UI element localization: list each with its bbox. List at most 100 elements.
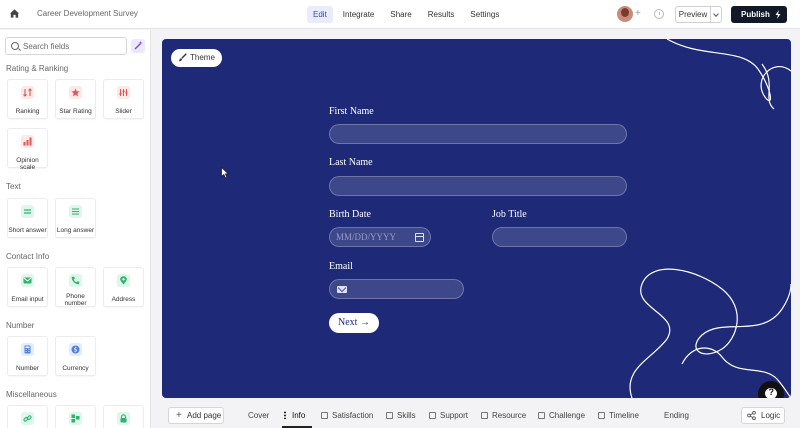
preview-button[interactable]: Preview	[675, 6, 711, 23]
page-tab-info[interactable]: Info	[284, 411, 305, 420]
drag-handle-icon[interactable]	[284, 411, 286, 419]
logic-branch-icon	[747, 411, 756, 420]
ai-magic-button[interactable]	[131, 39, 145, 53]
field-label: Long answer	[56, 227, 95, 234]
field-ranking[interactable]: Ranking	[7, 79, 48, 119]
first-name-input[interactable]	[329, 124, 627, 144]
page-tab-support[interactable]: Support	[429, 411, 468, 420]
decorative-line-art	[629, 39, 791, 398]
last-name-input[interactable]	[329, 176, 627, 196]
page-icon	[429, 412, 436, 419]
job-title-input[interactable]	[492, 227, 627, 247]
birth-date-placeholder: MM/DD/YYYY	[336, 232, 397, 242]
field-opinion-scale[interactable]: Opinion scale	[7, 128, 48, 171]
grid-icon	[69, 412, 82, 425]
lock-icon	[117, 412, 130, 425]
field-label: Short answer	[8, 227, 47, 234]
main-nav: Edit Integrate Share Results Settings	[307, 6, 505, 23]
last-name-label: Last Name	[329, 157, 373, 168]
chat-bubble-icon	[765, 387, 777, 398]
section-miscellaneous: Miscellaneous	[6, 390, 57, 399]
page-tab-satisfaction[interactable]: Satisfaction	[321, 411, 373, 420]
field-label: Email input	[11, 296, 44, 303]
page-icon	[538, 412, 545, 419]
field-website[interactable]	[7, 405, 48, 428]
add-collaborator-icon[interactable]: +	[635, 8, 641, 20]
page-navigation-bar: + Add page Cover Info Satisfaction Skill…	[151, 404, 800, 428]
sparkle-icon	[134, 41, 143, 50]
plus-icon: +	[176, 410, 182, 421]
page-tab-challenge[interactable]: Challenge	[538, 411, 585, 420]
page-tab-cover[interactable]: Cover	[248, 411, 269, 420]
theme-button[interactable]: Theme	[171, 49, 222, 67]
calendar-icon[interactable]	[415, 233, 424, 242]
field-phone-number[interactable]: Phone number	[55, 267, 96, 307]
field-short-answer[interactable]: Short answer	[7, 198, 48, 238]
add-page-label: Add page	[187, 411, 222, 420]
page-tab-ending[interactable]: Ending	[664, 411, 689, 420]
search-box	[5, 37, 127, 55]
page-tab-resource[interactable]: Resource	[481, 411, 526, 420]
field-currency[interactable]: $ Currency	[55, 336, 96, 376]
long-text-icon	[69, 205, 82, 218]
chevron-down-icon[interactable]	[710, 6, 722, 23]
field-palette-sidebar: Rating & Ranking Ranking Star Rating Sli…	[0, 30, 151, 428]
dollar-icon: $	[69, 343, 82, 356]
mail-icon	[21, 274, 34, 287]
page-icon	[386, 412, 393, 419]
page-icon	[321, 412, 328, 419]
svg-text:$: $	[74, 347, 78, 354]
email-label: Email	[329, 261, 353, 272]
add-page-button[interactable]: + Add page	[168, 407, 224, 424]
link-icon	[21, 412, 34, 425]
logic-button[interactable]: Logic	[741, 407, 785, 424]
birth-date-input[interactable]: MM/DD/YYYY	[329, 227, 431, 247]
page-icon	[598, 412, 605, 419]
section-rating-ranking: Rating & Ranking	[6, 64, 69, 73]
ranking-icon	[21, 86, 34, 99]
calculator-icon	[21, 343, 34, 356]
job-title-label: Job Title	[492, 209, 527, 220]
tab-settings[interactable]: Settings	[464, 6, 505, 23]
field-number[interactable]: Number	[7, 336, 48, 376]
tab-integrate[interactable]: Integrate	[337, 6, 381, 23]
tab-edit[interactable]: Edit	[307, 6, 333, 23]
form-canvas: Theme First Name Last Name Birth Date MM…	[162, 39, 791, 398]
field-long-answer[interactable]: Long answer	[55, 198, 96, 238]
top-bar: Career Development Survey Edit Integrate…	[0, 0, 800, 29]
avatar[interactable]	[617, 6, 633, 22]
page-icon	[481, 412, 488, 419]
phone-icon	[69, 274, 82, 287]
field-star-rating[interactable]: Star Rating	[55, 79, 96, 119]
page-tab-timeline[interactable]: Timeline	[598, 411, 639, 420]
field-address[interactable]: Address	[103, 267, 144, 307]
page-tab-skills[interactable]: Skills	[386, 411, 416, 420]
mail-icon	[337, 286, 347, 293]
tab-results[interactable]: Results	[422, 6, 461, 23]
birth-date-label: Birth Date	[329, 209, 371, 220]
history-icon[interactable]	[654, 9, 664, 19]
field-slider[interactable]: Slider	[103, 79, 144, 119]
publish-button[interactable]: Publish	[731, 6, 787, 23]
logic-label: Logic	[761, 411, 781, 420]
star-icon	[69, 86, 82, 99]
field-email-input[interactable]: Email input	[7, 267, 48, 307]
home-icon[interactable]	[9, 8, 20, 19]
field-label: Opinion scale	[16, 157, 39, 171]
field-label: Number	[15, 365, 40, 372]
search-input[interactable]	[23, 39, 123, 53]
section-contact-info: Contact Info	[6, 252, 50, 261]
slider-icon	[117, 86, 130, 99]
field-label: Star Rating	[59, 108, 92, 115]
publish-label: Publish	[741, 10, 770, 19]
short-text-icon	[21, 205, 34, 218]
next-button[interactable]: Next →	[329, 313, 379, 333]
section-number: Number	[6, 321, 35, 330]
email-input[interactable]	[329, 279, 464, 299]
bar-chart-icon	[21, 135, 34, 148]
field-password[interactable]	[103, 405, 144, 428]
field-grid[interactable]	[55, 405, 96, 428]
survey-title[interactable]: Career Development Survey	[37, 9, 138, 18]
tab-share[interactable]: Share	[384, 6, 417, 23]
field-label: Currency	[62, 365, 89, 372]
